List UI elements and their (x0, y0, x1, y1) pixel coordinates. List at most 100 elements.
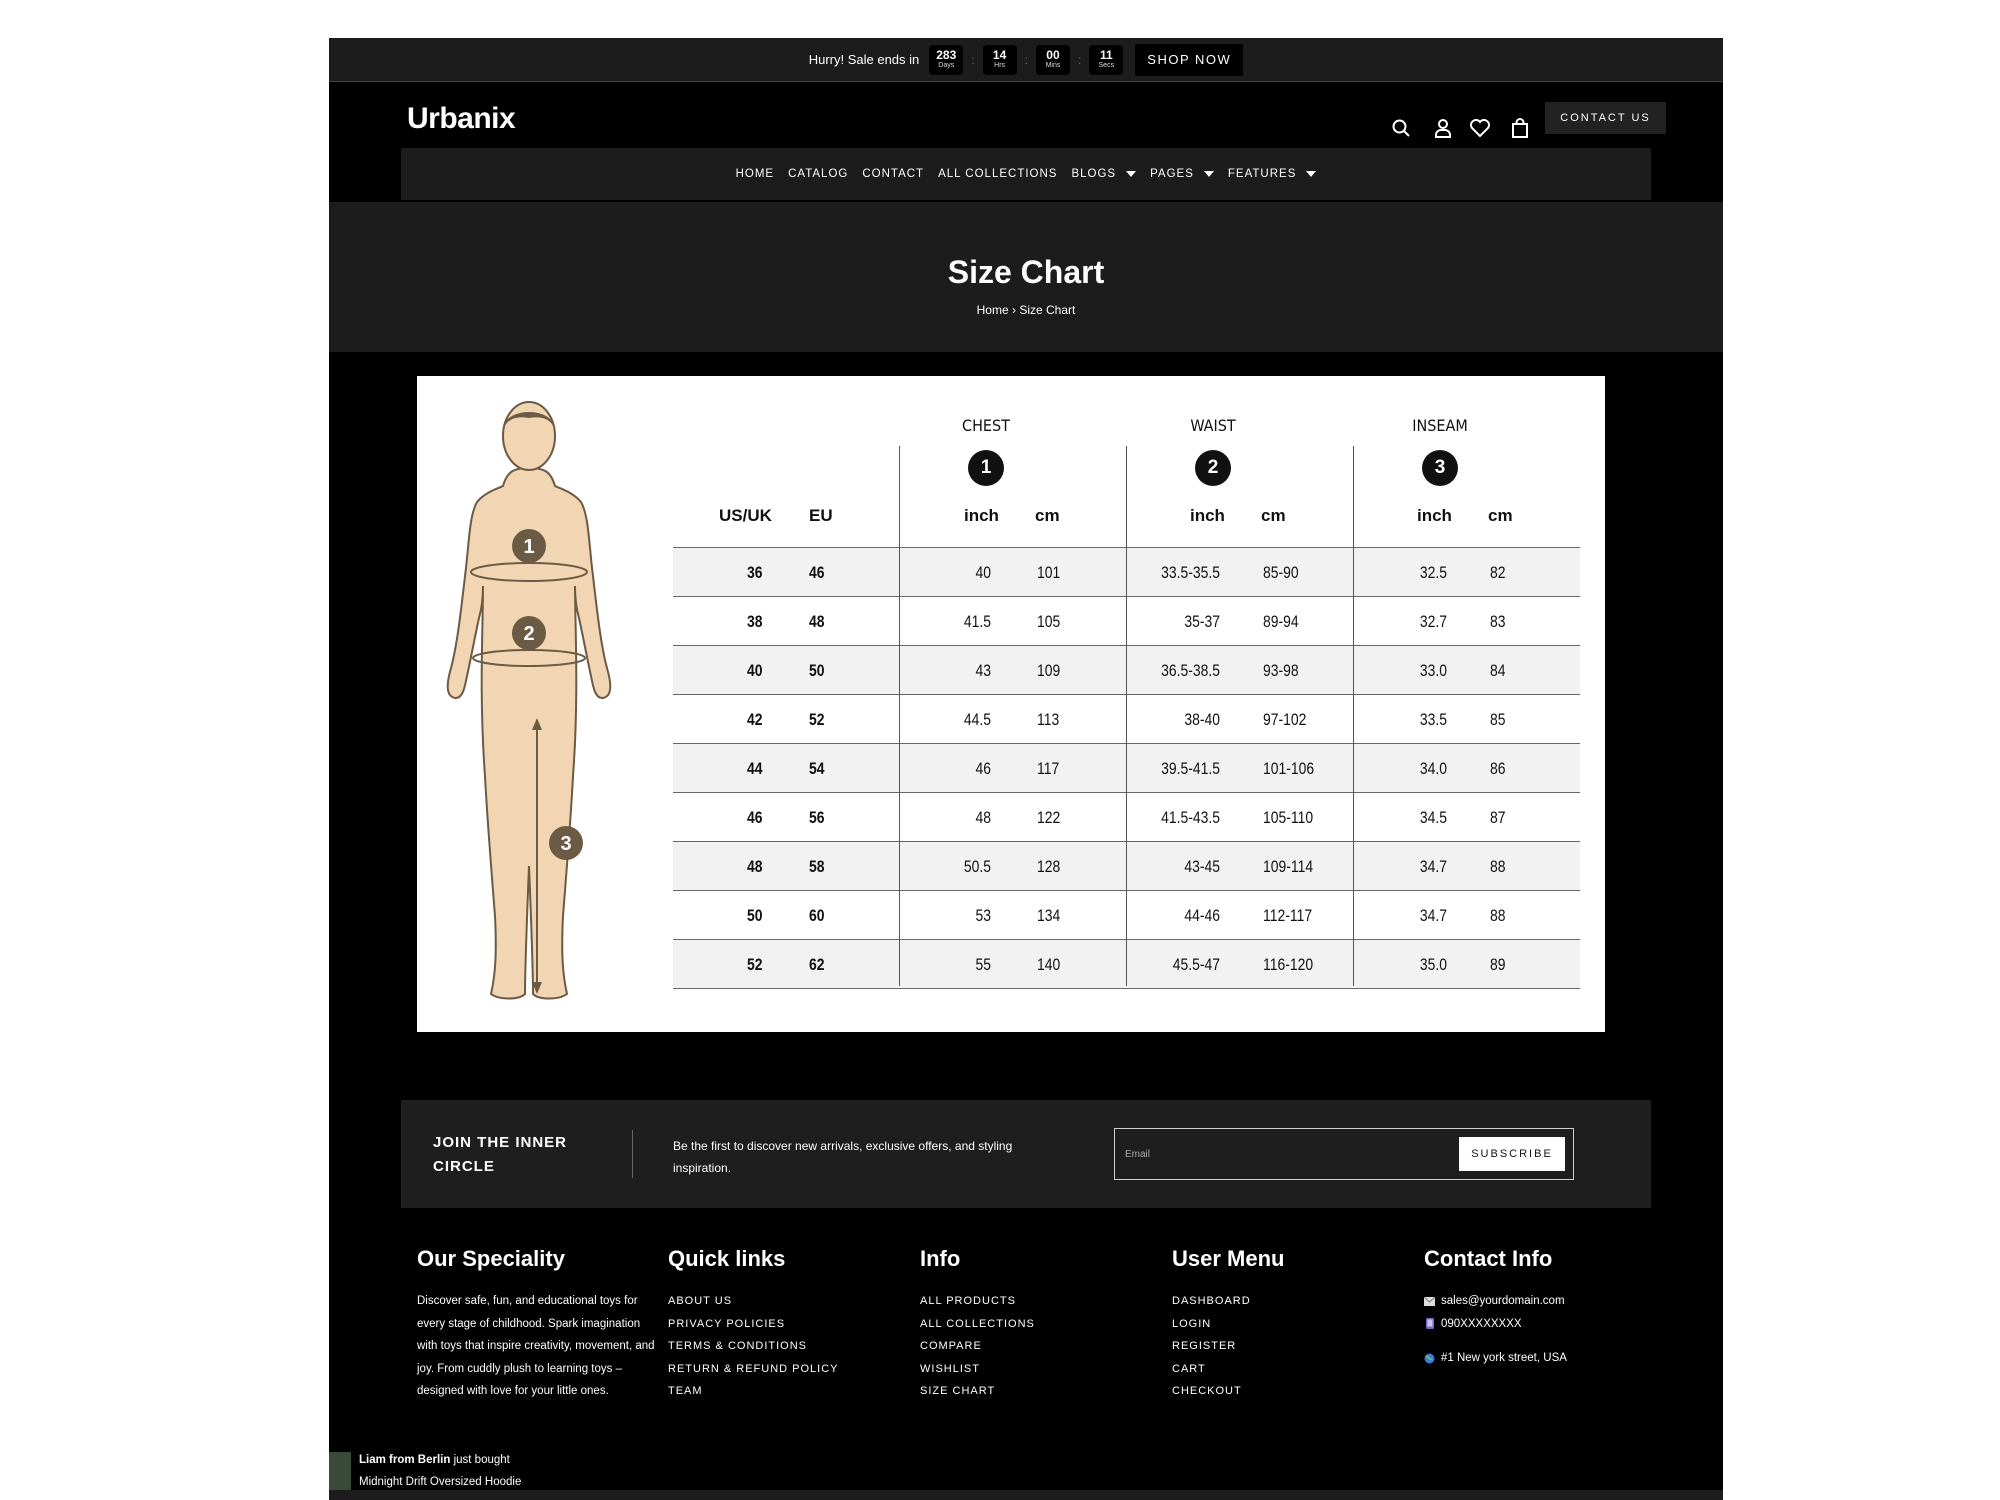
footer-link-register[interactable]: REGISTER (1172, 1335, 1284, 1358)
cell-waist-inch: 36.5-38.5 (1161, 661, 1220, 680)
cell-inseam-cm: 88 (1490, 857, 1506, 876)
heart-icon[interactable] (1468, 116, 1492, 140)
cell-eu: 62 (809, 955, 825, 974)
cell-chest-cm: 105 (1037, 612, 1061, 631)
countdown-days: 283 Days (929, 44, 964, 75)
footer-heading: Our Speciality (417, 1246, 565, 1271)
footer-link-dashboard[interactable]: DASHBOARD (1172, 1290, 1284, 1313)
contact-phone-text: 090XXXXXXXX (1441, 1317, 1522, 1330)
footer-quick-links: Quick links ABOUT US PRIVACY POLICIES TE… (668, 1246, 839, 1403)
column-divider (899, 446, 900, 986)
contact-email[interactable]: sales@yourdomain.com (1424, 1290, 1567, 1313)
cell-chest-inch: 44.5 (963, 710, 991, 729)
search-icon[interactable] (1389, 116, 1413, 140)
nav-catalog[interactable]: CATALOG (788, 168, 848, 180)
footer-link-size-chart[interactable]: SIZE CHART (920, 1380, 1035, 1403)
cell-waist-inch: 38-40 (1184, 710, 1220, 729)
user-icon[interactable] (1431, 116, 1455, 140)
page: Hurry! Sale ends in 283 Days : 14 Hrs : … (329, 38, 1723, 1500)
us-uk-header: US/UK (719, 506, 772, 525)
chevron-down-icon (1126, 171, 1137, 177)
cell-inseam-inch: 34.5 (1419, 808, 1447, 827)
contact-phone[interactable]: 090XXXXXXXX (1424, 1313, 1567, 1336)
cell-eu: 58 (809, 857, 825, 876)
footer-link-terms[interactable]: TERMS & CONDITIONS (668, 1335, 839, 1358)
cell-chest-inch: 46 (975, 759, 991, 778)
footer-link-wishlist[interactable]: WISHLIST (920, 1358, 1035, 1381)
countdown-mins: 00 Mins (1035, 44, 1070, 75)
footer-user-menu: User Menu DASHBOARD LOGIN REGISTER CART … (1172, 1246, 1284, 1403)
footer-heading: User Menu (1172, 1246, 1285, 1271)
nav-contact[interactable]: CONTACT (862, 168, 924, 180)
countdown-secs: 11 Secs (1089, 44, 1124, 75)
nav-label: HOME (735, 168, 775, 180)
footer-link-all-products[interactable]: ALL PRODUCTS (920, 1290, 1035, 1313)
eu-header: EU (809, 506, 833, 525)
nav-features[interactable]: FEATURES (1228, 168, 1317, 180)
cell-waist-cm: 109-114 (1263, 857, 1314, 876)
chest-cm-header: cm (1035, 506, 1060, 525)
waist-header: WAIST (1190, 416, 1236, 435)
cell-waist-inch: 33.5-35.5 (1161, 563, 1220, 582)
inseam-header: INSEAM (1412, 416, 1468, 435)
chevron-down-icon (1203, 171, 1214, 177)
nav-blogs[interactable]: BLOGS (1071, 168, 1137, 180)
countdown-value: 00 (1046, 48, 1060, 62)
cell-eu: 48 (809, 612, 825, 631)
cell-waist-inch: 45.5-47 (1172, 955, 1220, 974)
cell-us-uk: 50 (747, 906, 763, 925)
bottom-bar (329, 1490, 1723, 1500)
shop-now-button[interactable]: SHOP NOW (1135, 43, 1244, 76)
cell-inseam-cm: 88 (1490, 906, 1506, 925)
footer-link-compare[interactable]: COMPARE (920, 1335, 1035, 1358)
cell-waist-cm: 97-102 (1263, 710, 1307, 729)
footer-link-about-us[interactable]: ABOUT US (668, 1290, 839, 1313)
cell-eu: 54 (809, 759, 825, 778)
cell-waist-cm: 85-90 (1263, 563, 1299, 582)
footer-link-privacy[interactable]: PRIVACY POLICIES (668, 1313, 839, 1336)
cell-waist-inch: 41.5-43.5 (1161, 808, 1220, 827)
countdown-separator: : (1024, 52, 1028, 67)
chest-header: CHEST (962, 416, 1010, 435)
cell-inseam-inch: 34.7 (1419, 906, 1447, 925)
nav-label: PAGES (1150, 168, 1194, 180)
cell-waist-inch: 35-37 (1184, 612, 1220, 631)
cell-us-uk: 44 (747, 759, 763, 778)
cell-inseam-inch: 34.7 (1419, 857, 1447, 876)
email-input[interactable] (1125, 1141, 1425, 1167)
footer-link-login[interactable]: LOGIN (1172, 1313, 1284, 1336)
subscribe-button[interactable]: SUBSCRIBE (1459, 1137, 1565, 1171)
nav-pages[interactable]: PAGES (1150, 168, 1214, 180)
purchased-product: Midnight Drift Oversized Hoodie (359, 1476, 522, 1488)
contact-us-button[interactable]: CONTACT US (1545, 102, 1666, 134)
globe-icon (1424, 1353, 1435, 1364)
mail-icon (1424, 1296, 1435, 1307)
cell-chest-inch: 41.5 (963, 612, 991, 631)
logo[interactable]: Urbanix (407, 102, 516, 136)
breadcrumb-current: Size Chart (1019, 303, 1076, 317)
breadcrumb-home[interactable]: Home (977, 303, 1009, 317)
footer-link-cart[interactable]: CART (1172, 1358, 1284, 1381)
nav-all-collections[interactable]: ALL COLLECTIONS (938, 168, 1057, 180)
nav-home[interactable]: HOME (736, 168, 775, 180)
cell-inseam-cm: 84 (1490, 661, 1506, 680)
cell-waist-cm: 116-120 (1263, 955, 1314, 974)
cell-inseam-cm: 86 (1490, 759, 1506, 778)
cell-us-uk: 48 (747, 857, 763, 876)
cell-waist-cm: 93-98 (1263, 661, 1299, 680)
footer-link-all-collections[interactable]: ALL COLLECTIONS (920, 1313, 1035, 1336)
cell-eu: 52 (809, 710, 825, 729)
footer-heading: Quick links (668, 1246, 786, 1271)
countdown-value: 11 (1099, 48, 1113, 62)
footer-link-team[interactable]: TEAM (668, 1380, 839, 1403)
cell-waist-cm: 105-110 (1263, 808, 1314, 827)
cell-chest-cm: 122 (1037, 808, 1061, 827)
footer-link-checkout[interactable]: CHECKOUT (1172, 1380, 1284, 1403)
newsletter-text: Be the first to discover new arrivals, e… (673, 1139, 1013, 1175)
newsletter-form: SUBSCRIBE (1114, 1128, 1574, 1180)
cell-inseam-cm: 82 (1490, 563, 1506, 582)
footer-link-refund[interactable]: RETURN & REFUND POLICY (668, 1358, 839, 1381)
cell-chest-inch: 43 (975, 661, 991, 680)
bag-icon[interactable] (1508, 116, 1532, 140)
announcement-bar: Hurry! Sale ends in 283 Days : 14 Hrs : … (329, 38, 1723, 82)
